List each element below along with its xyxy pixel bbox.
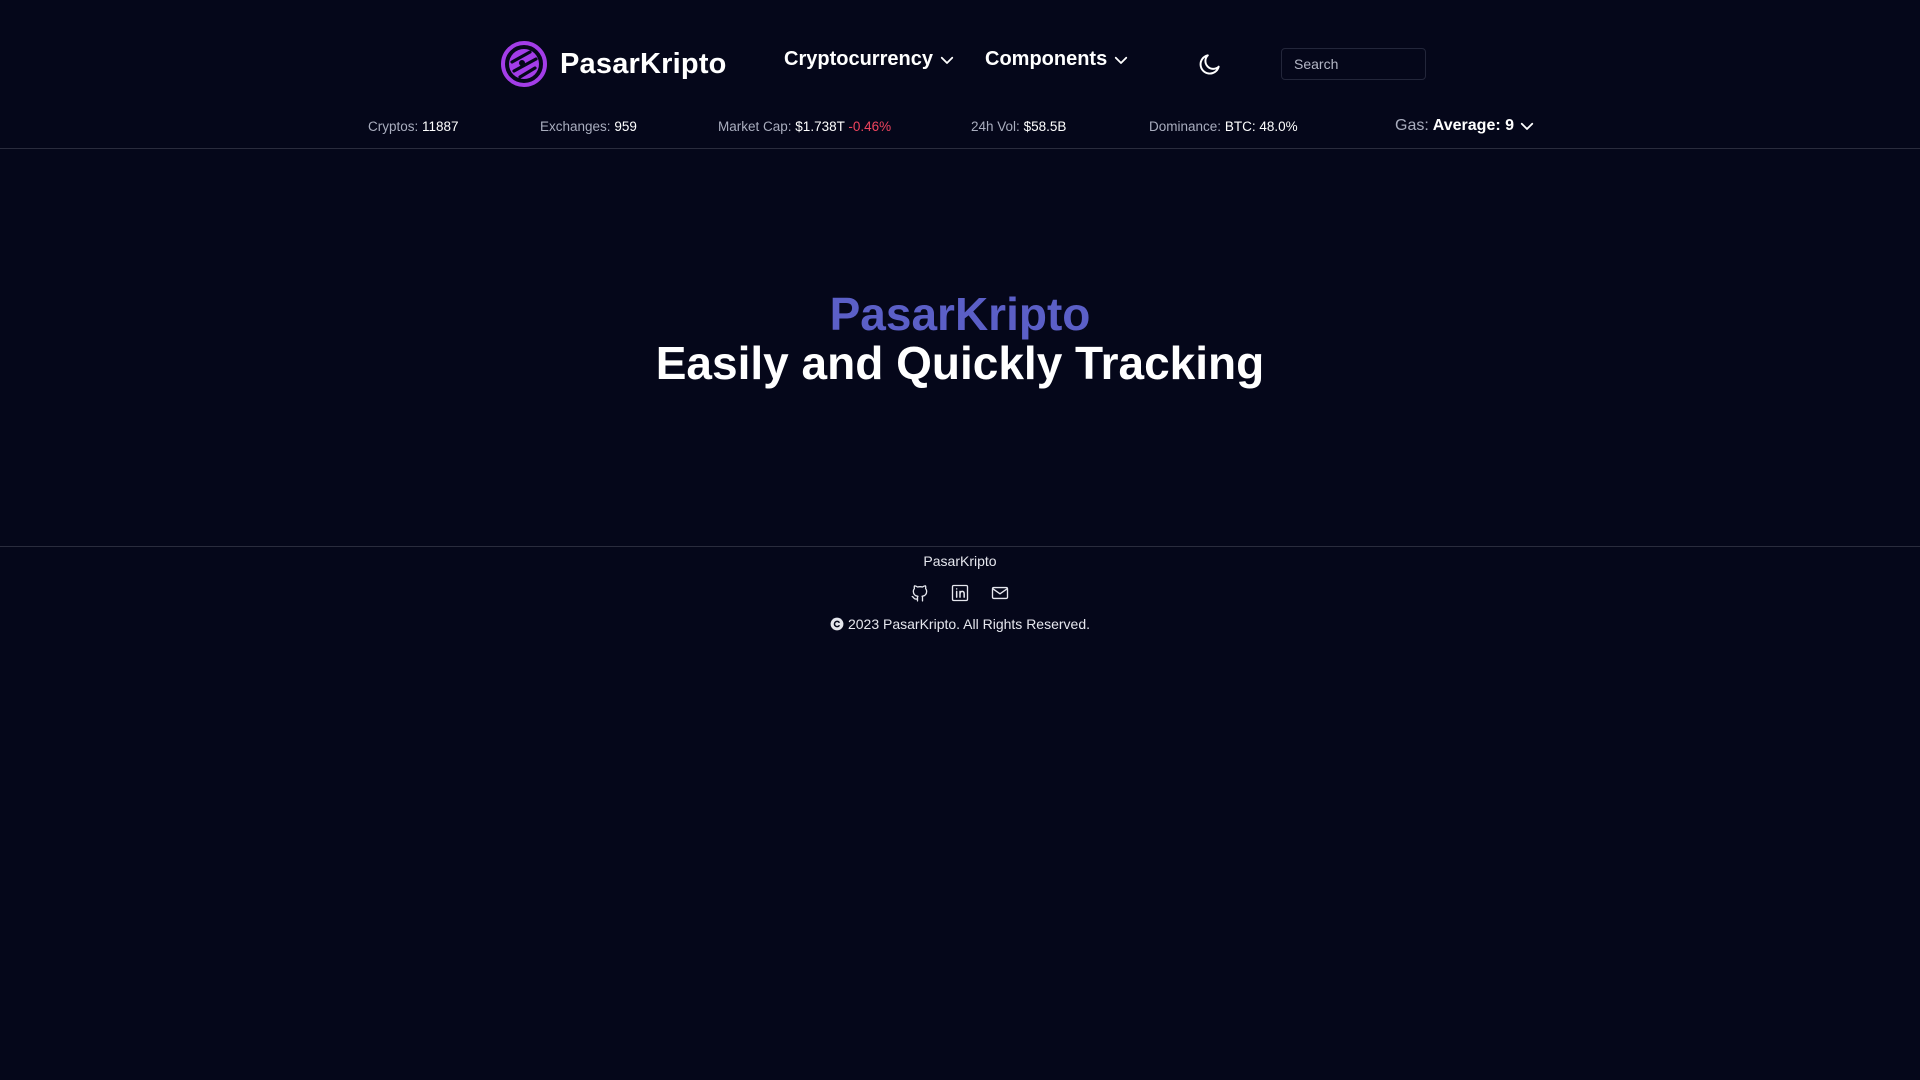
moon-icon[interactable] [1197,51,1223,77]
hero-section: PasarKripto Easily and Quickly Tracking [0,290,1920,388]
chevron-down-icon [1520,122,1534,130]
nav-cryptocurrency-label: Cryptocurrency [784,48,933,70]
footer: PasarKripto 2023 PasarKripto. All Rights… [0,546,1920,646]
search-input[interactable] [1281,48,1426,80]
brand-home-link[interactable]: PasarKripto [500,39,727,89]
nav-components-label: Components [985,48,1108,70]
copyright-icon [830,617,844,631]
chevron-down-icon [1115,56,1128,64]
stat-value: BTC: 48.0% [1224,119,1298,134]
stat-value: $58.5B [1023,119,1067,134]
gas-dropdown[interactable]: Gas: Average: 9 [1395,117,1536,135]
market-stats-bar: Cryptos: 11887 Exchanges: 959 Market Cap… [0,110,1920,149]
stat-change: -0.46% [848,119,892,134]
copyright: 2023 PasarKripto. All Rights Reserved. [0,616,1920,632]
nav-components-dropdown[interactable]: Components [985,48,1130,71]
social-links [0,583,1920,603]
stat-label: 24h Vol: [971,119,1020,134]
top-navbar: PasarKripto Cryptocurrency Components [0,0,1920,110]
stat-market-cap: Market Cap: $1.738T -0.46% [718,119,891,134]
stat-value: $1.738T [795,119,845,134]
stat-value: 959 [614,119,637,134]
nav-cryptocurrency-dropdown[interactable]: Cryptocurrency [784,48,956,71]
pasarkripto-logo-icon [501,41,547,87]
stat-dominance: Dominance: BTC: 48.0% [1149,119,1298,134]
hero-tagline: Easily and Quickly Tracking [655,337,1265,389]
gas-label: Gas: [1395,117,1429,134]
linkedin-icon[interactable] [950,583,970,603]
stat-label: Cryptos: [368,119,419,134]
stat-24h-volume: 24h Vol: $58.5B [971,119,1066,134]
copyright-text: 2023 PasarKripto. All Rights Reserved. [847,616,1090,632]
github-icon[interactable] [910,583,930,603]
mail-icon[interactable] [990,583,1010,603]
stat-label: Market Cap: [718,119,792,134]
stat-label: Exchanges: [540,119,611,134]
stat-exchanges: Exchanges: 959 [540,119,637,134]
gas-value: Average: 9 [1432,117,1515,134]
stat-cryptos: Cryptos: 11887 [368,119,459,134]
footer-brand: PasarKripto [923,553,997,569]
chevron-down-icon [940,56,954,64]
stat-value: 11887 [422,119,459,134]
hero-brand-title: PasarKripto [829,288,1091,340]
brand-name: PasarKripto [560,47,727,80]
stat-label: Dominance: [1149,119,1222,134]
